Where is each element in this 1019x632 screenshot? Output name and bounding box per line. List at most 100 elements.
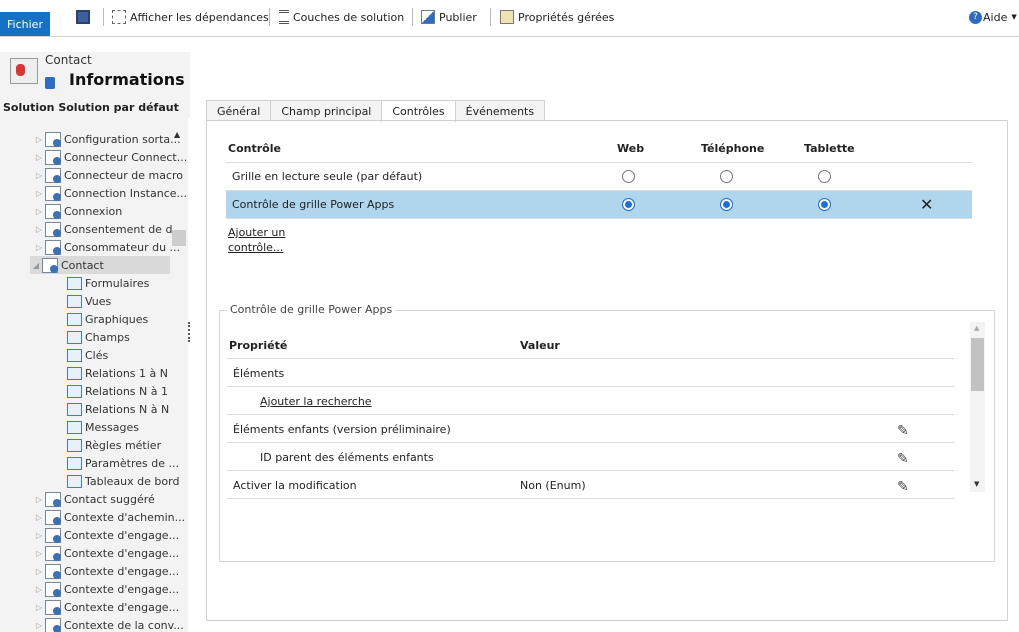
tree-item[interactable]: ▷ Connexion (33, 202, 122, 220)
tree-item[interactable]: Clés (67, 346, 108, 364)
tree-item-label: Connection Instance... (64, 186, 188, 200)
radio-phone[interactable] (720, 198, 733, 211)
scroll-down-icon[interactable]: ▼ (974, 480, 979, 488)
dependencies-button[interactable]: Afficher les dépendances (112, 8, 269, 26)
col-value: Valeur (520, 339, 560, 352)
tree-item[interactable]: Graphiques (67, 310, 148, 328)
expand-icon[interactable]: ▷ (33, 585, 45, 594)
help-button[interactable]: ? Aide ▼ (969, 8, 1017, 26)
tree-item-label: Formulaires (85, 276, 150, 290)
tree-item-label: Contexte d'engage... (64, 582, 180, 596)
property-row[interactable]: Activer la modification Non (Enum) ✎ (227, 471, 954, 499)
scroll-up-icon[interactable]: ▲ (974, 324, 979, 332)
expand-icon[interactable]: ▷ (33, 549, 45, 558)
entity-icon (45, 239, 61, 255)
splitter-handle[interactable] (188, 322, 190, 342)
properties-scrollbar[interactable]: ▲ ▼ (970, 322, 985, 492)
radio-tablet[interactable] (818, 170, 831, 183)
expand-icon[interactable]: ▷ (33, 171, 45, 180)
tree-item[interactable]: ▷ Contexte d'engage... (33, 544, 179, 562)
tree-item[interactable]: ▷ Contexte d'engage... (33, 580, 179, 598)
tree-item[interactable]: ▷ Contexte d'achemin... (33, 508, 185, 526)
add-control-link[interactable]: Ajouter un contrôle... (228, 225, 298, 255)
property-row[interactable]: Éléments enfants (version préliminaire) ✎ (227, 415, 954, 443)
tree-item[interactable]: Relations 1 à N (67, 364, 168, 382)
tree-item[interactable]: Paramètres de ... (67, 454, 179, 472)
expanded-icon[interactable]: ◢ (30, 261, 42, 270)
tree-item[interactable]: Règles métier (67, 436, 161, 454)
property-row[interactable]: ID parent des éléments enfants ✎ (227, 443, 954, 471)
tree-item[interactable]: Relations N à N (67, 400, 169, 418)
tree-item[interactable]: ◢ Contact (30, 256, 170, 274)
solution-layers-button[interactable]: Couches de solution (279, 8, 404, 26)
component-icon (67, 276, 82, 290)
expand-icon[interactable]: ▷ (33, 567, 45, 576)
tree-item[interactable]: Messages (67, 418, 139, 436)
radio-web[interactable] (622, 198, 635, 211)
expand-icon[interactable]: ▷ (33, 603, 45, 612)
tab-1[interactable]: Champ principal (270, 100, 383, 121)
info-icon (45, 77, 55, 89)
remove-icon[interactable]: ✕ (920, 195, 933, 214)
property-row[interactable]: Éléments (227, 359, 954, 387)
tree-item[interactable]: ▷ Connecteur de macro (33, 166, 183, 184)
tree-item-label: Contexte d'engage... (64, 528, 180, 542)
tree-item-label: Relations 1 à N (85, 366, 168, 380)
tab-2[interactable]: Contrôles (381, 100, 456, 122)
tree-item[interactable]: ▷ Contexte d'engage... (33, 598, 179, 616)
radio-tablet[interactable] (818, 198, 831, 211)
control-row[interactable]: Contrôle de grille Power Apps ✕ (226, 191, 972, 219)
expand-icon[interactable]: ▷ (33, 225, 45, 234)
pencil-icon[interactable]: ✎ (897, 451, 909, 467)
tree-item[interactable]: Vues (67, 292, 111, 310)
entity-icon (45, 185, 61, 201)
expand-icon[interactable]: ▷ (33, 495, 45, 504)
tree-item[interactable]: ▷ Connecteur Connect... (33, 148, 187, 166)
scroll-thumb[interactable] (172, 230, 186, 246)
expand-icon[interactable]: ▷ (33, 135, 45, 144)
property-name: Activer la modification (233, 479, 357, 492)
tree-item[interactable]: ▷ Contexte d'engage... (33, 562, 179, 580)
file-button[interactable]: Fichier (0, 12, 50, 36)
expand-icon[interactable]: ▷ (33, 189, 45, 198)
scroll-up-icon[interactable]: ▲ (174, 130, 180, 139)
control-row[interactable]: Grille en lecture seule (par défaut) (226, 163, 972, 191)
component-icon (67, 384, 82, 398)
expand-icon[interactable]: ▷ (33, 531, 45, 540)
expand-icon[interactable]: ▷ (33, 513, 45, 522)
page-title: Informations (69, 70, 185, 89)
tree-item[interactable]: Relations N à 1 (67, 382, 168, 400)
tree-item[interactable]: ▷ Connection Instance... (33, 184, 187, 202)
expand-icon[interactable]: ▷ (33, 153, 45, 162)
tree-item-label: Graphiques (85, 312, 149, 326)
tree-item[interactable]: Champs (67, 328, 130, 346)
radio-web[interactable] (622, 170, 635, 183)
expand-icon[interactable]: ▷ (33, 621, 45, 630)
expand-icon[interactable]: ▷ (33, 243, 45, 252)
tree-item[interactable]: Tableaux de bord (67, 472, 179, 490)
tab-0[interactable]: Général (206, 100, 272, 121)
add-lookup-link[interactable]: Ajouter la recherche (260, 395, 372, 408)
entity-icon (45, 167, 61, 183)
pencil-icon[interactable]: ✎ (897, 423, 909, 439)
tree-item[interactable]: ▷ Contact suggéré (33, 490, 155, 508)
managed-properties-button[interactable]: Propriétés gérées (500, 8, 614, 26)
save-button[interactable] (76, 8, 90, 26)
property-row[interactable]: Ajouter la recherche (227, 387, 954, 415)
tree-scrollbar[interactable]: ▲ (171, 124, 187, 632)
add-control-link-text[interactable]: Ajouter un contrôle... (228, 226, 285, 254)
component-icon (67, 366, 82, 380)
pencil-icon[interactable]: ✎ (897, 479, 909, 495)
tree-item[interactable]: Formulaires (67, 274, 149, 292)
tree-item[interactable]: ▷ Contexte d'engage... (33, 526, 179, 544)
tab-3[interactable]: Événements (454, 100, 546, 121)
tree-item[interactable]: ▷ Configuration sorta... (33, 130, 181, 148)
tree-item[interactable]: ▷ Contexte de la conv... (33, 616, 184, 632)
component-icon (67, 474, 82, 488)
expand-icon[interactable]: ▷ (33, 207, 45, 216)
tree-item[interactable]: ▷ Consommateur du ... (33, 238, 180, 256)
scroll-thumb[interactable] (971, 338, 984, 391)
radio-phone[interactable] (720, 170, 733, 183)
publish-button[interactable]: Publier (421, 8, 477, 26)
tree-item[interactable]: ▷ Consentement de d... (33, 220, 183, 238)
